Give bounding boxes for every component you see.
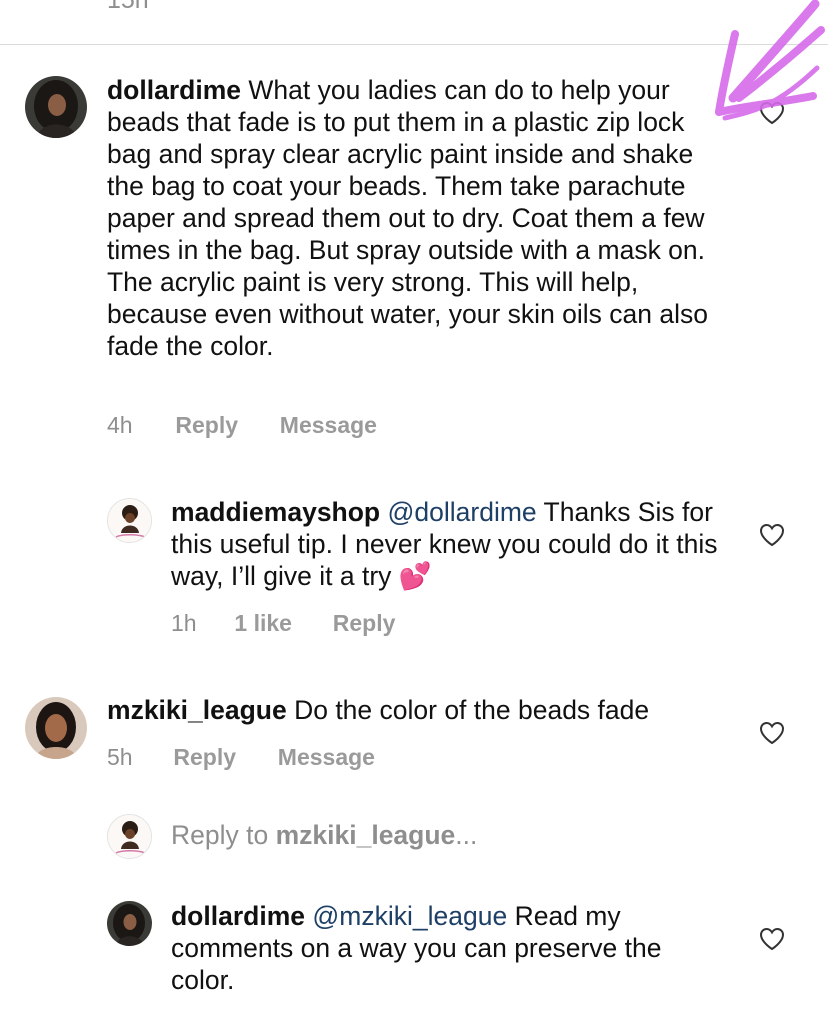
avatar-dollardime[interactable] [25,76,87,138]
comment-mzkiki-text: mzkiki_league Do the color of the beads … [107,694,727,726]
heart-outline-icon[interactable] [759,523,785,547]
comment-time: 4h [107,412,133,438]
message-button[interactable]: Message [280,412,377,439]
comment-username[interactable]: mzkiki_league [107,695,287,725]
reply-button[interactable]: Reply [175,412,273,439]
comment-body: What you ladies can do to help your bead… [107,75,708,361]
reply-input-suffix: ... [455,820,478,850]
comment-meta-row: 4h Reply Message [107,412,377,439]
reply-button[interactable]: Reply [333,610,396,637]
avatar-mzkiki-league[interactable] [25,697,87,759]
comment-maddiemayshop-text: maddiemayshop @dollardime Thanks Sis for… [171,496,731,592]
avatar-maddiemayshop[interactable] [107,498,152,543]
divider [0,44,828,45]
heart-outline-icon[interactable] [759,927,785,951]
comment-username[interactable]: dollardime [107,75,241,105]
avatar-dollardime[interactable] [107,901,152,946]
comment-time: 5h [107,744,133,770]
comment-meta-row: 1h 1 like Reply [171,610,395,637]
comment-username[interactable]: maddiemayshop [171,497,380,527]
mention-link[interactable]: @mzkiki_league [312,901,507,931]
reply-input-prefix: Reply to [171,820,276,850]
previous-comment-time: 15h [107,0,149,14]
likes-count[interactable]: 1 like [234,610,326,637]
reply-input[interactable]: Reply to mzkiki_league... [171,820,477,851]
comment-meta-row: 5h Reply Message [107,744,375,771]
arrow-annotation-icon [715,0,825,121]
two-hearts-emoji: 💕 [398,561,432,591]
heart-outline-icon[interactable] [759,721,785,745]
comment-dollardime-reply-text: dollardime @mzkiki_league Read my commen… [171,900,731,996]
comment-time: 1h [171,610,197,636]
comment-body: Do the color of the beads fade [294,695,650,725]
comment-dollardime-text: dollardime What you ladies can do to hel… [107,74,727,362]
avatar-current-user [107,814,152,859]
reply-button[interactable]: Reply [173,744,271,771]
comment-username[interactable]: dollardime [171,901,305,931]
message-button[interactable]: Message [278,744,375,771]
reply-input-target: mzkiki_league [275,820,456,850]
mention-link[interactable]: @dollardime [388,497,537,527]
